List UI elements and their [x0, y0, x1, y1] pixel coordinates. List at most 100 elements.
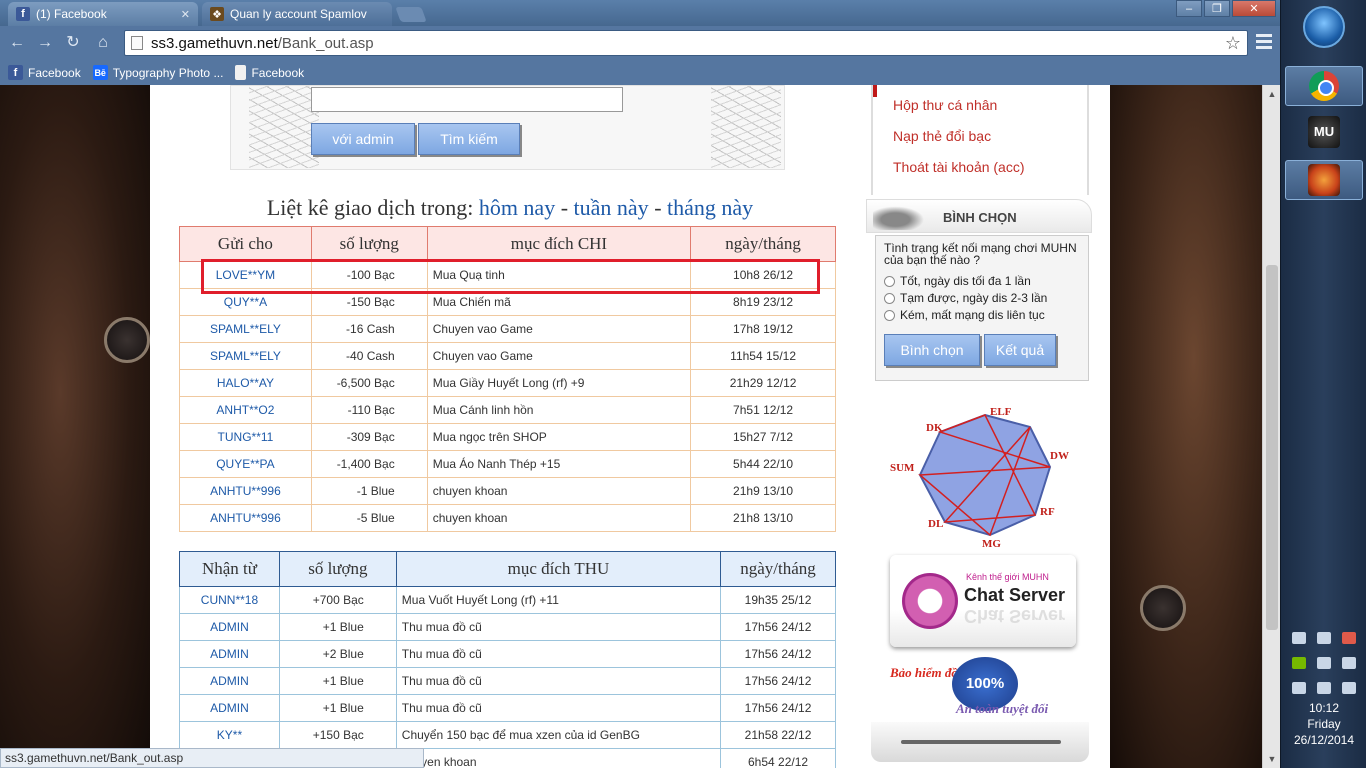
back-button[interactable]: ←: [6, 32, 28, 54]
insurance-title: Bảo hiểm đồ: [890, 665, 958, 680]
sidebar-footer: [871, 722, 1089, 762]
date-cell: 6h54 22/12: [720, 748, 836, 768]
table-row: ADMIN +2 Blue Thu mua đồ cũ 17h56 24/12: [179, 640, 836, 668]
date-cell: 17h56 24/12: [720, 667, 836, 695]
link-today[interactable]: hôm nay: [479, 195, 555, 220]
chat-subtitle: Kênh thế giới MUHN: [966, 572, 1049, 582]
signal-icon[interactable]: [1316, 682, 1331, 694]
purpose-cell: Thu mua đồ cũ: [395, 667, 722, 695]
table-row: HALO**AY -6,500 Bạc Mua Giầy Huyết Long (r…: [179, 369, 836, 397]
bookmarks-bar: f Facebook Bē Typography Photo ... Faceb…: [0, 60, 1280, 85]
bookmark-typography[interactable]: Bē Typography Photo ...: [92, 65, 223, 80]
user-link[interactable]: HALO**AY: [179, 369, 312, 397]
user-link[interactable]: ANHTU**996: [179, 504, 312, 532]
table-row: ADMIN +1 Blue Thu mua đồ cũ 17h56 24/12: [179, 694, 836, 722]
page-scrollbar[interactable]: ▲ ▼: [1262, 85, 1280, 768]
table-row: SPAML**ELY -16 Cash Chuyen vao Game 17h8 19…: [179, 315, 836, 343]
user-link[interactable]: CUNN**18: [179, 586, 280, 614]
scroll-up-icon[interactable]: ▲: [1265, 87, 1279, 101]
tab-facebook[interactable]: f (1) Facebook ✕: [8, 2, 198, 26]
network-icon[interactable]: [1316, 632, 1331, 644]
bookmark-facebook[interactable]: f Facebook: [8, 65, 81, 80]
battery-icon[interactable]: [1341, 682, 1356, 694]
date-cell: 15h27 7/12: [690, 423, 836, 451]
user-link[interactable]: TUNG**11: [179, 423, 312, 451]
radio-button[interactable]: [884, 275, 895, 287]
reload-button[interactable]: ↻: [62, 32, 84, 54]
link-week[interactable]: tuần này: [574, 195, 649, 220]
taskbar-chrome[interactable]: [1285, 66, 1363, 106]
chat-server-banner[interactable]: Kênh thế giới MUHN Chat Server Chat Serv…: [890, 555, 1076, 647]
taskbar-mu[interactable]: MU: [1285, 112, 1363, 152]
forward-button[interactable]: →: [34, 32, 56, 54]
user-link[interactable]: ADMIN: [179, 667, 280, 695]
clock-day: Friday: [1307, 717, 1341, 731]
start-button[interactable]: [1303, 6, 1345, 48]
tab-spamlov[interactable]: ❖ Quan ly account Spamlov: [202, 2, 392, 26]
table-row: CUNN**18 +700 Bạc Mua Vuốt Huyết Long (rf)…: [179, 586, 836, 614]
bookmark-facebook-page[interactable]: Facebook: [235, 65, 304, 80]
taskbar-clock[interactable]: 10:12 Friday 26/12/2014: [1281, 700, 1366, 748]
admin-button[interactable]: với admin: [311, 123, 415, 155]
user-link[interactable]: ADMIN: [179, 613, 280, 641]
home-button[interactable]: ⌂: [92, 32, 114, 54]
address-bar[interactable]: ss3.gamethuvn.net/Bank_out.asp ☆: [124, 30, 1248, 56]
date-cell: 21h29 12/12: [690, 369, 836, 397]
new-tab-button[interactable]: [395, 7, 427, 22]
chrome-icon: [1309, 71, 1339, 101]
user-link[interactable]: SPAML**ELY: [179, 315, 312, 343]
purpose-cell: Chuyen vao Game: [426, 315, 692, 343]
vote-button[interactable]: Bình chọn: [884, 334, 980, 366]
result-button[interactable]: Kết quả: [984, 334, 1056, 366]
close-icon[interactable]: ✕: [181, 8, 190, 21]
bookmark-star-icon[interactable]: ☆: [1225, 33, 1241, 54]
restore-button[interactable]: ❐: [1204, 0, 1230, 17]
insurance-banner[interactable]: Bảo hiểm đồ 100% An toàn tuyệt đối: [876, 655, 1076, 720]
flag-icon[interactable]: [1292, 632, 1307, 644]
background-art-right: [1110, 85, 1262, 768]
user-link[interactable]: ANHTU**996: [179, 477, 312, 505]
tab-strip: f (1) Facebook ✕ ❖ Quan ly account Spaml…: [0, 0, 1280, 26]
nvidia-icon[interactable]: [1292, 657, 1307, 669]
vote-option[interactable]: Kém, mất mạng dis liên tục: [884, 308, 1080, 322]
user-link[interactable]: KY**: [179, 721, 280, 749]
link-inbox[interactable]: Hộp thư cá nhân: [893, 97, 997, 113]
volume-icon[interactable]: [1292, 682, 1307, 694]
table-header-row: Gửi cho số lượng mục đích CHI ngày/tháng: [179, 226, 836, 262]
emblem-label: RF: [1040, 506, 1055, 518]
user-link[interactable]: ADMIN: [179, 694, 280, 722]
table-row: TUNG**11 -309 Bạc Mua ngọc trên SHOP 15h27 …: [179, 423, 836, 451]
app-tray-icon[interactable]: [1341, 657, 1356, 669]
link-topup[interactable]: Nạp thẻ đổi bạc: [893, 128, 991, 144]
scroll-down-icon[interactable]: ▼: [1265, 752, 1279, 766]
table-row: QUYE**PA -1,400 Bạc Mua Áo Nanh Thép +15 5h…: [179, 450, 836, 478]
minimize-button[interactable]: –: [1176, 0, 1202, 17]
vote-option[interactable]: Tạm được, ngày dis 2-3 lần: [884, 291, 1080, 305]
emblem-label: DW: [1050, 450, 1069, 462]
search-input[interactable]: [311, 87, 623, 112]
link-logout[interactable]: Thoát tài khoản (acc): [893, 159, 1025, 175]
class-emblem: DK ELF DW RF MG DL SUM: [890, 397, 1080, 555]
user-link[interactable]: ANHT**O2: [179, 396, 312, 424]
user-link[interactable]: ADMIN: [179, 640, 280, 668]
radio-button[interactable]: [884, 309, 895, 321]
marker-icon: [873, 85, 877, 97]
emblem-label: DL: [928, 518, 943, 530]
column-header: số lượng: [278, 551, 397, 587]
taskbar-game[interactable]: [1285, 160, 1363, 200]
user-link[interactable]: SPAML**ELY: [179, 342, 312, 370]
vote-option[interactable]: Tốt, ngày dis tối đa 1 lần: [884, 274, 1080, 288]
user-link[interactable]: QUYE**PA: [179, 450, 312, 478]
antivirus-icon[interactable]: [1341, 632, 1356, 644]
purpose-cell: chuyen khoan: [426, 504, 692, 532]
radio-button[interactable]: [884, 292, 895, 304]
scrollbar-thumb[interactable]: [1266, 265, 1278, 630]
link-month[interactable]: tháng này: [667, 195, 753, 220]
display-icon[interactable]: [1316, 657, 1331, 669]
search-button[interactable]: Tìm kiếm: [418, 123, 520, 155]
table-row: ADMIN +1 Blue Thu mua đồ cũ 17h56 24/12: [179, 667, 836, 695]
window-close-button[interactable]: ✕: [1232, 0, 1276, 17]
tab-title: Quan ly account Spamlov: [230, 7, 367, 21]
browser-toolbar: ← → ↻ ⌂ ss3.gamethuvn.net/Bank_out.asp ☆: [0, 26, 1280, 60]
hamburger-menu-icon[interactable]: [1256, 34, 1272, 50]
